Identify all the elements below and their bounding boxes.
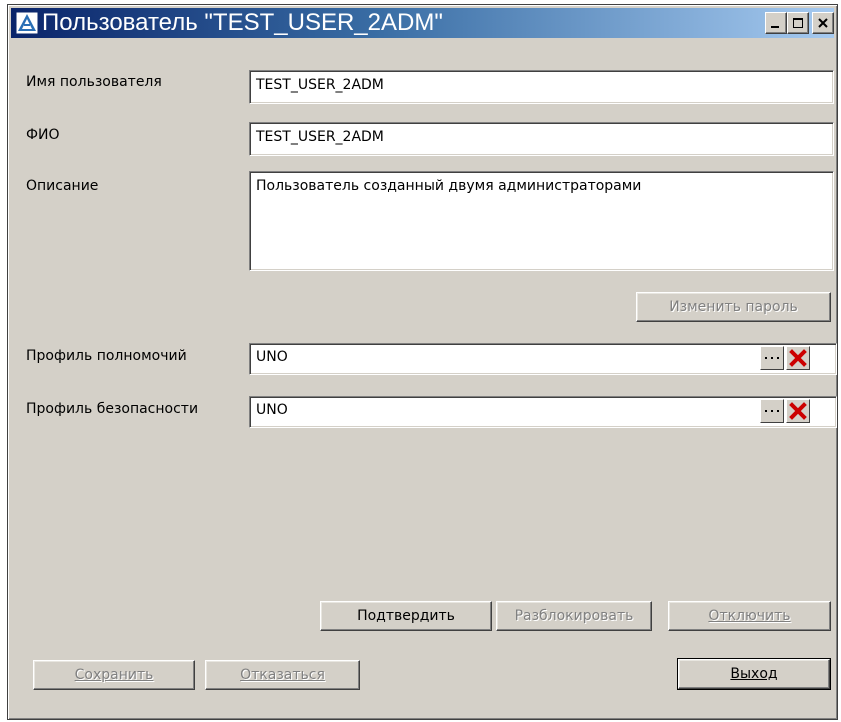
fullname-input[interactable]: TEST_USER_2ADM — [249, 122, 834, 156]
username-label: Имя пользователя — [26, 74, 162, 90]
exit-label: Выход — [730, 666, 778, 682]
user-dialog: Пользователь "TEST_USER_2ADM" Имя пользо… — [7, 4, 838, 720]
unlock-button[interactable]: Разблокировать — [496, 601, 652, 631]
change-password-button[interactable]: Изменить пароль — [636, 292, 831, 322]
security-profile-clear-button[interactable] — [786, 399, 810, 423]
minimize-icon — [771, 26, 779, 28]
authority-profile-value: UNO — [256, 349, 288, 365]
red-x-icon — [789, 349, 807, 367]
fullname-label: ФИО — [26, 127, 60, 143]
maximize-button[interactable] — [787, 12, 809, 34]
save-button[interactable]: Сохранить — [33, 660, 195, 690]
ellipsis-icon — [765, 410, 779, 412]
red-x-icon — [789, 402, 807, 420]
security-profile-field[interactable]: UNO — [249, 396, 837, 428]
authority-profile-field[interactable]: UNO — [249, 343, 837, 375]
minimize-button[interactable] — [765, 12, 787, 34]
confirm-button[interactable]: Подтвердить — [320, 601, 492, 631]
cancel-label: Отказаться — [240, 667, 325, 683]
maximize-icon — [793, 18, 803, 28]
cancel-button[interactable]: Отказаться — [205, 660, 360, 690]
description-textarea[interactable]: Пользователь созданный двумя администрат… — [249, 171, 834, 271]
ellipsis-icon — [765, 357, 779, 359]
security-profile-label: Профиль безопасности — [26, 401, 199, 417]
exit-button[interactable]: Выход — [677, 658, 831, 690]
close-button[interactable] — [812, 12, 834, 34]
title-bar[interactable]: Пользователь "TEST_USER_2ADM" — [11, 8, 834, 38]
save-label: Сохранить — [74, 667, 154, 683]
description-label: Описание — [26, 178, 99, 194]
disable-label: Отключить — [708, 608, 791, 624]
security-profile-browse-button[interactable] — [760, 399, 784, 423]
username-input[interactable]: TEST_USER_2ADM — [249, 70, 834, 104]
close-icon — [818, 18, 828, 28]
app-logo-icon — [16, 12, 38, 34]
window-title: Пользователь "TEST_USER_2ADM" — [42, 9, 443, 36]
disable-button[interactable]: Отключить — [668, 601, 831, 631]
authority-profile-browse-button[interactable] — [760, 346, 784, 370]
authority-profile-clear-button[interactable] — [786, 346, 810, 370]
authority-profile-label: Профиль полномочий — [26, 348, 187, 364]
security-profile-value: UNO — [256, 402, 288, 418]
